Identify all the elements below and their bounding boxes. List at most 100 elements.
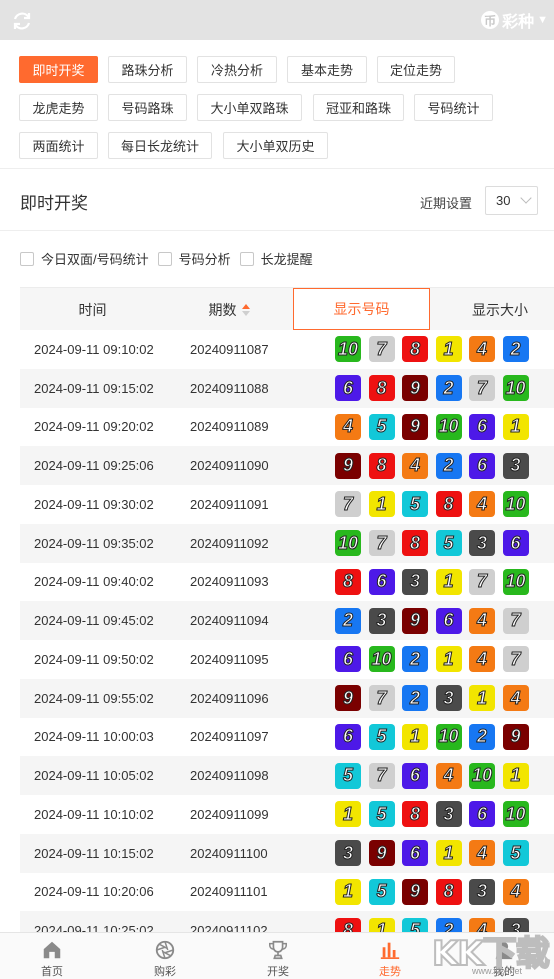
table-row[interactable]: 2024-09-11 10:05:02 20240911098 5 7 6 4 10 1 <box>20 756 554 795</box>
table-row[interactable]: 2024-09-11 09:30:02 20240911091 7 1 5 8 4 10 <box>20 485 554 524</box>
number-ball: 9 <box>335 452 361 479</box>
draw-time: 2024-09-11 09:25:06 <box>34 458 154 474</box>
option-daily-stats[interactable]: 今日双面/号码统计 <box>20 249 149 268</box>
draw-time: 2024-09-11 09:20:02 <box>34 419 154 435</box>
tab-basic-trend[interactable]: 基本走势 <box>287 56 367 83</box>
top-bar: 币 彩种 ▼ <box>0 0 554 40</box>
number-ball: 3 <box>335 840 361 867</box>
number-ball: 1 <box>435 336 462 363</box>
number-ball: 9 <box>368 840 395 867</box>
refresh-icon[interactable] <box>10 9 34 33</box>
draw-numbers: 239647 <box>335 601 536 640</box>
number-ball: 8 <box>402 336 428 363</box>
table-row[interactable]: 2024-09-11 09:55:02 20240911096 9 7 2 3 1 4 <box>20 678 554 718</box>
option-streak-alert[interactable]: 长龙提醒 <box>239 249 313 268</box>
draw-numbers: 1 5 8 3 6 10 <box>335 795 536 834</box>
number-ball: 7 <box>368 336 395 363</box>
show-numbers-toggle[interactable]: 显示号码 <box>293 288 430 330</box>
watermark-url: www.kkx.net <box>472 966 523 976</box>
number-ball: 6 <box>335 723 361 750</box>
number-ball: 10 <box>435 413 462 440</box>
draw-time: 2024-09-11 09:45:02 <box>34 613 154 629</box>
number-ball: 1 <box>368 491 395 518</box>
checkbox[interactable] <box>20 251 34 266</box>
nav-buy[interactable]: 购彩 <box>135 933 195 979</box>
lottery-selector[interactable]: 币 彩种 ▼ <box>481 9 548 31</box>
tab-number-road[interactable]: 号码路珠 <box>108 94 187 121</box>
nav-home[interactable]: 首页 <box>22 933 82 979</box>
number-ball: 7 <box>469 375 495 402</box>
sort-icon[interactable] <box>241 303 250 316</box>
divider <box>0 168 554 169</box>
tab-road-analysis[interactable]: 路珠分析 <box>108 56 187 83</box>
issue-number: 20240911095 <box>190 651 269 667</box>
number-ball: 3 <box>402 568 428 595</box>
tab-champion-sum-road[interactable]: 冠亚和路珠 <box>313 94 404 121</box>
tab-position-trend[interactable]: 定位走势 <box>377 56 455 83</box>
table-row[interactable]: 2024-09-11 09:35:02 20240911092 10 7 8 5 3 6 <box>20 523 554 563</box>
issue-number: 20240911087 <box>190 341 269 357</box>
table-row[interactable]: 2024-09-11 10:00:03 20240911097 6 5 1 10 2 9 <box>20 718 554 757</box>
table-row[interactable]: 2024-09-11 10:20:06 20240911101 1 5 9 8 3 4 <box>20 873 554 912</box>
column-header-issue[interactable]: 期数 <box>165 288 293 331</box>
table-row[interactable]: 2024-09-11 10:15:02 20240911100 3 9 6 1 4 5 <box>20 833 554 873</box>
tab-live-draw[interactable]: 即时开奖 <box>19 56 98 83</box>
number-ball: 8 <box>368 375 395 402</box>
tab-dragon-tiger[interactable]: 龙虎走势 <box>19 94 98 121</box>
number-ball: 3 <box>435 801 462 828</box>
number-ball: 4 <box>469 840 495 867</box>
checkbox[interactable] <box>157 251 172 266</box>
show-size-toggle[interactable]: 显示大小 <box>440 288 554 331</box>
number-ball: 10 <box>368 646 395 673</box>
chevron-down-icon: ▼ <box>537 14 548 26</box>
number-ball: 3 <box>435 685 462 712</box>
issue-number: 20240911088 <box>190 380 269 396</box>
coin-icon: 币 <box>481 11 500 29</box>
number-ball: 1 <box>435 646 462 673</box>
table-row[interactable]: 2024-09-11 09:10:02 20240911087 10 7 8 1 4 2 <box>20 330 554 369</box>
draw-numbers: 396145 <box>335 834 536 873</box>
number-ball: 5 <box>402 917 428 932</box>
number-ball: 4 <box>502 878 529 905</box>
recent-count-select[interactable]: 30 <box>485 186 538 215</box>
issue-number: 20240911092 <box>190 535 269 551</box>
table-row[interactable]: 2024-09-11 09:20:02 20240911089 4 5 9 10 6 1 <box>20 408 554 447</box>
table-row[interactable]: 2024-09-11 09:45:02 20240911094 2 3 9 6 4 7 <box>20 601 554 640</box>
number-ball: 7 <box>368 762 395 789</box>
table-row[interactable]: 2024-09-11 09:15:02 20240911088 6 8 9 2 7 10 <box>20 368 554 408</box>
table-body: 2024-09-11 09:10:02 20240911087 10 7 8 1 4 2 202… <box>20 330 554 932</box>
issue-number: 20240911089 <box>190 419 269 435</box>
number-ball: 8 <box>402 530 428 557</box>
tab-size-parity-history[interactable]: 大小单双历史 <box>223 132 328 159</box>
draw-time: 2024-09-11 10:20:06 <box>34 884 154 900</box>
number-ball: 10 <box>502 568 529 595</box>
tab-hot-cold[interactable]: 冷热分析 <box>197 56 277 83</box>
number-ball: 8 <box>335 568 361 595</box>
number-ball: 1 <box>335 801 361 828</box>
number-ball: 3 <box>469 530 495 557</box>
nav-draw[interactable]: 开奖 <box>248 933 308 979</box>
checkbox[interactable] <box>239 251 254 266</box>
draw-time: 2024-09-11 09:15:02 <box>34 380 154 396</box>
option-label: 号码分析 <box>178 252 231 267</box>
draw-results-table[interactable]: 时间 期数 显示号码 显示大小 2024-09-11 09:10:02 20240… <box>20 287 554 932</box>
table-row[interactable]: 2024-09-11 10:10:02 20240911099 1 5 8 3 6 10 <box>20 795 554 834</box>
issue-number: 20240911094 <box>190 613 269 629</box>
table-row[interactable]: 2024-09-11 09:50:02 20240911095 6 10 2 1 4 7 <box>20 640 554 679</box>
draw-numbers: 6 5 1 10 2 9 <box>335 718 536 757</box>
draw-numbers: 4 5 9 10 6 1 <box>335 408 536 447</box>
nav-label: 首页 <box>41 966 63 978</box>
number-ball: 1 <box>402 723 428 750</box>
tab-size-parity-road[interactable]: 大小单双路珠 <box>197 94 302 121</box>
table-row[interactable]: 2024-09-11 09:40:02 20240911093 8 6 3 1 7 10 <box>20 563 554 602</box>
tab-daily-streak-stats[interactable]: 每日长龙统计 <box>108 132 212 159</box>
table-row[interactable]: 2024-09-11 09:25:06 20240911090 9 8 4 2 6 3 <box>20 446 554 485</box>
column-header-time: 时间 <box>78 301 107 318</box>
option-number-analysis[interactable]: 号码分析 <box>157 249 231 268</box>
number-ball: 5 <box>502 840 529 867</box>
tab-number-stats[interactable]: 号码统计 <box>414 94 493 121</box>
tab-two-sides-stats[interactable]: 两面统计 <box>19 132 98 159</box>
issue-number: 20240911101 <box>190 884 268 900</box>
number-ball: 2 <box>502 336 529 363</box>
nav-trend[interactable]: 走势 <box>360 933 420 979</box>
